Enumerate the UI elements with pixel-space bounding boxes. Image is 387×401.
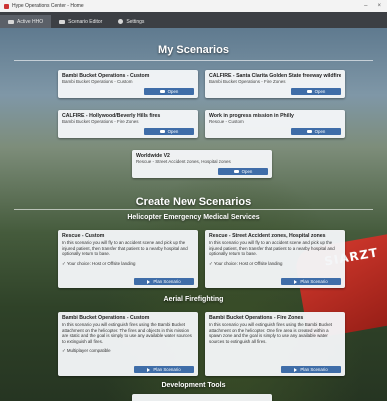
plan-label: Plan Scenario xyxy=(153,279,181,284)
folder-icon xyxy=(59,19,66,24)
plan-scenario-button[interactable]: Plan Scenario xyxy=(134,278,194,285)
divider xyxy=(14,209,373,210)
gear-icon xyxy=(118,19,124,24)
template-title: Bambi Bucket Operations - Fire Zones xyxy=(209,315,304,321)
window-title: Hype Operations Center - Home xyxy=(12,3,84,9)
open-button[interactable]: Open xyxy=(218,168,268,175)
template-title: Rescue - Street Accident zones, Hospital… xyxy=(209,233,326,239)
folder-icon xyxy=(159,89,165,94)
open-button[interactable]: Open xyxy=(291,88,341,95)
create-scenarios-heading: Create New Scenarios xyxy=(135,196,252,208)
template-card: Rescue - Street Accident zones, Hospital… xyxy=(205,230,345,288)
scenario-type: Rescue - Custom xyxy=(209,119,244,124)
scenario-type: Bambi Bucket Operations - Fire Zones xyxy=(62,119,139,124)
template-card: Bambi Bucket Operations - Custom In this… xyxy=(58,312,198,376)
play-icon xyxy=(147,367,151,372)
tab-settings[interactable]: Settings xyxy=(110,15,152,28)
template-card: Bambi Bucket Operations - Fire Zones In … xyxy=(205,312,345,376)
close-button[interactable]: × xyxy=(377,3,381,9)
open-label: Open xyxy=(241,169,253,174)
template-note: ✓ Your choice: Host or Offsite landing xyxy=(209,260,283,266)
open-label: Open xyxy=(167,129,179,134)
open-label: Open xyxy=(314,129,326,134)
open-button[interactable]: Open xyxy=(144,128,194,135)
tab-label: Active HHO xyxy=(17,18,44,25)
section-heading-dev-tools: Development Tools xyxy=(161,382,226,389)
folder-icon xyxy=(233,169,239,174)
template-title: Bambi Bucket Operations - Custom xyxy=(62,315,150,321)
tab-label: Settings xyxy=(126,18,145,25)
template-title: Rescue - Custom xyxy=(62,233,105,239)
scenario-card: CALFIRE - Santa Clarita Golden State fre… xyxy=(205,70,345,98)
play-icon xyxy=(294,279,298,284)
template-description: In this scenario you will extinguish fir… xyxy=(209,322,332,344)
scenario-type: Rescue - Street Accident zones, Hospital… xyxy=(136,159,231,164)
scroll-content[interactable]: SIARZT My Scenarios Bambi Bucket Operati… xyxy=(0,28,387,401)
plan-scenario-button[interactable]: Plan Scenario xyxy=(281,278,341,285)
folder-icon xyxy=(306,129,312,134)
plan-label: Plan Scenario xyxy=(300,367,328,372)
divider xyxy=(14,60,373,61)
folder-icon xyxy=(159,129,165,134)
scenario-type: Bambi Bucket Operations - Fire Zones xyxy=(209,79,286,84)
play-icon xyxy=(147,279,151,284)
tab-label: Scenario Editor xyxy=(68,18,103,25)
section-heading-firefighting: Aerial Firefighting xyxy=(163,296,224,303)
tab-active-hho[interactable]: Active HHO xyxy=(0,15,52,28)
folder-icon xyxy=(306,89,312,94)
tab-scenario-editor[interactable]: Scenario Editor xyxy=(51,15,110,28)
template-description: In this scenario you will fly to an acci… xyxy=(209,240,335,257)
template-description: In this scenario you will fly to an acci… xyxy=(62,240,188,257)
template-note: ✓ Your choice: Host or Offsite landing xyxy=(62,260,136,266)
scenario-type: Bambi Bucket Operations - Custom xyxy=(62,79,133,84)
open-button[interactable]: Open xyxy=(144,88,194,95)
template-card-partial xyxy=(132,394,272,401)
plan-scenario-button[interactable]: Plan Scenario xyxy=(281,366,341,373)
minimize-button[interactable]: – xyxy=(364,3,367,9)
plan-label: Plan Scenario xyxy=(153,367,181,372)
scenario-card: CALFIRE - Hollywood/Beverly Hills fires … xyxy=(58,110,198,138)
plan-label: Plan Scenario xyxy=(300,279,328,284)
app-icon xyxy=(4,3,9,9)
tab-bar: Active HHO Scenario Editor Settings xyxy=(0,12,387,28)
plan-scenario-button[interactable]: Plan Scenario xyxy=(134,366,194,373)
my-scenarios-heading: My Scenarios xyxy=(158,44,229,56)
scenario-card: Bambi Bucket Operations - Custom Bambi B… xyxy=(58,70,198,98)
template-card: Rescue - Custom In this scenario you wil… xyxy=(58,230,198,288)
home-icon xyxy=(8,19,14,24)
open-label: Open xyxy=(167,89,179,94)
template-note: ✓ Multiplayer compatible xyxy=(62,348,111,354)
section-heading-hems: Helicopter Emergency Medical Services xyxy=(127,214,260,221)
open-label: Open xyxy=(314,89,326,94)
template-description: In this scenario you will extinguish fir… xyxy=(62,322,192,344)
scenario-card: Worldwide V2 Rescue - Street Accident zo… xyxy=(132,150,272,178)
scenario-card: Work in progress mission in Philly Rescu… xyxy=(205,110,345,138)
play-icon xyxy=(294,367,298,372)
open-button[interactable]: Open xyxy=(291,128,341,135)
